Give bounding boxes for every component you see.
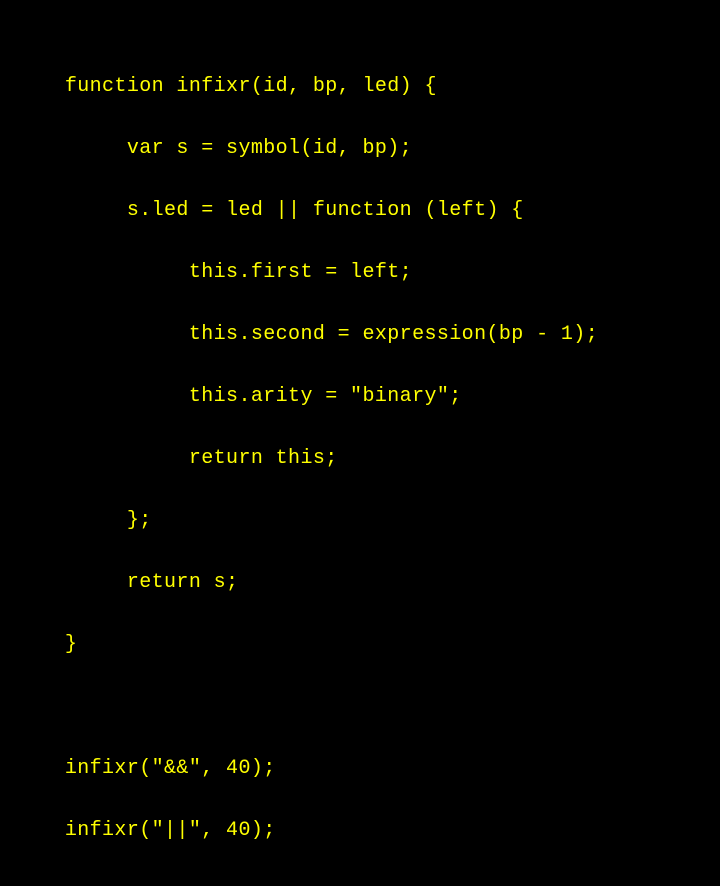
code-line-6: this.arity = "binary"; [65,385,462,408]
code-line-4: this.first = left; [65,261,412,284]
code-line-9: return s; [65,571,239,594]
code-line-13: infixr("||", 40); [65,819,276,842]
code-line-10: } [65,633,77,656]
code-block: function infixr(id, bp, led) { var s = s… [0,0,638,886]
code-line-1: function infixr(id, bp, led) { [65,75,437,98]
code-line-8: }; [65,509,152,532]
code-line-12: infixr("&&", 40); [65,757,276,780]
code-line-2: var s = symbol(id, bp); [65,137,412,160]
code-line-7: return this; [65,447,338,470]
code-line-3: s.led = led || function (left) { [65,199,524,222]
code-line-5: this.second = expression(bp - 1); [65,323,598,346]
